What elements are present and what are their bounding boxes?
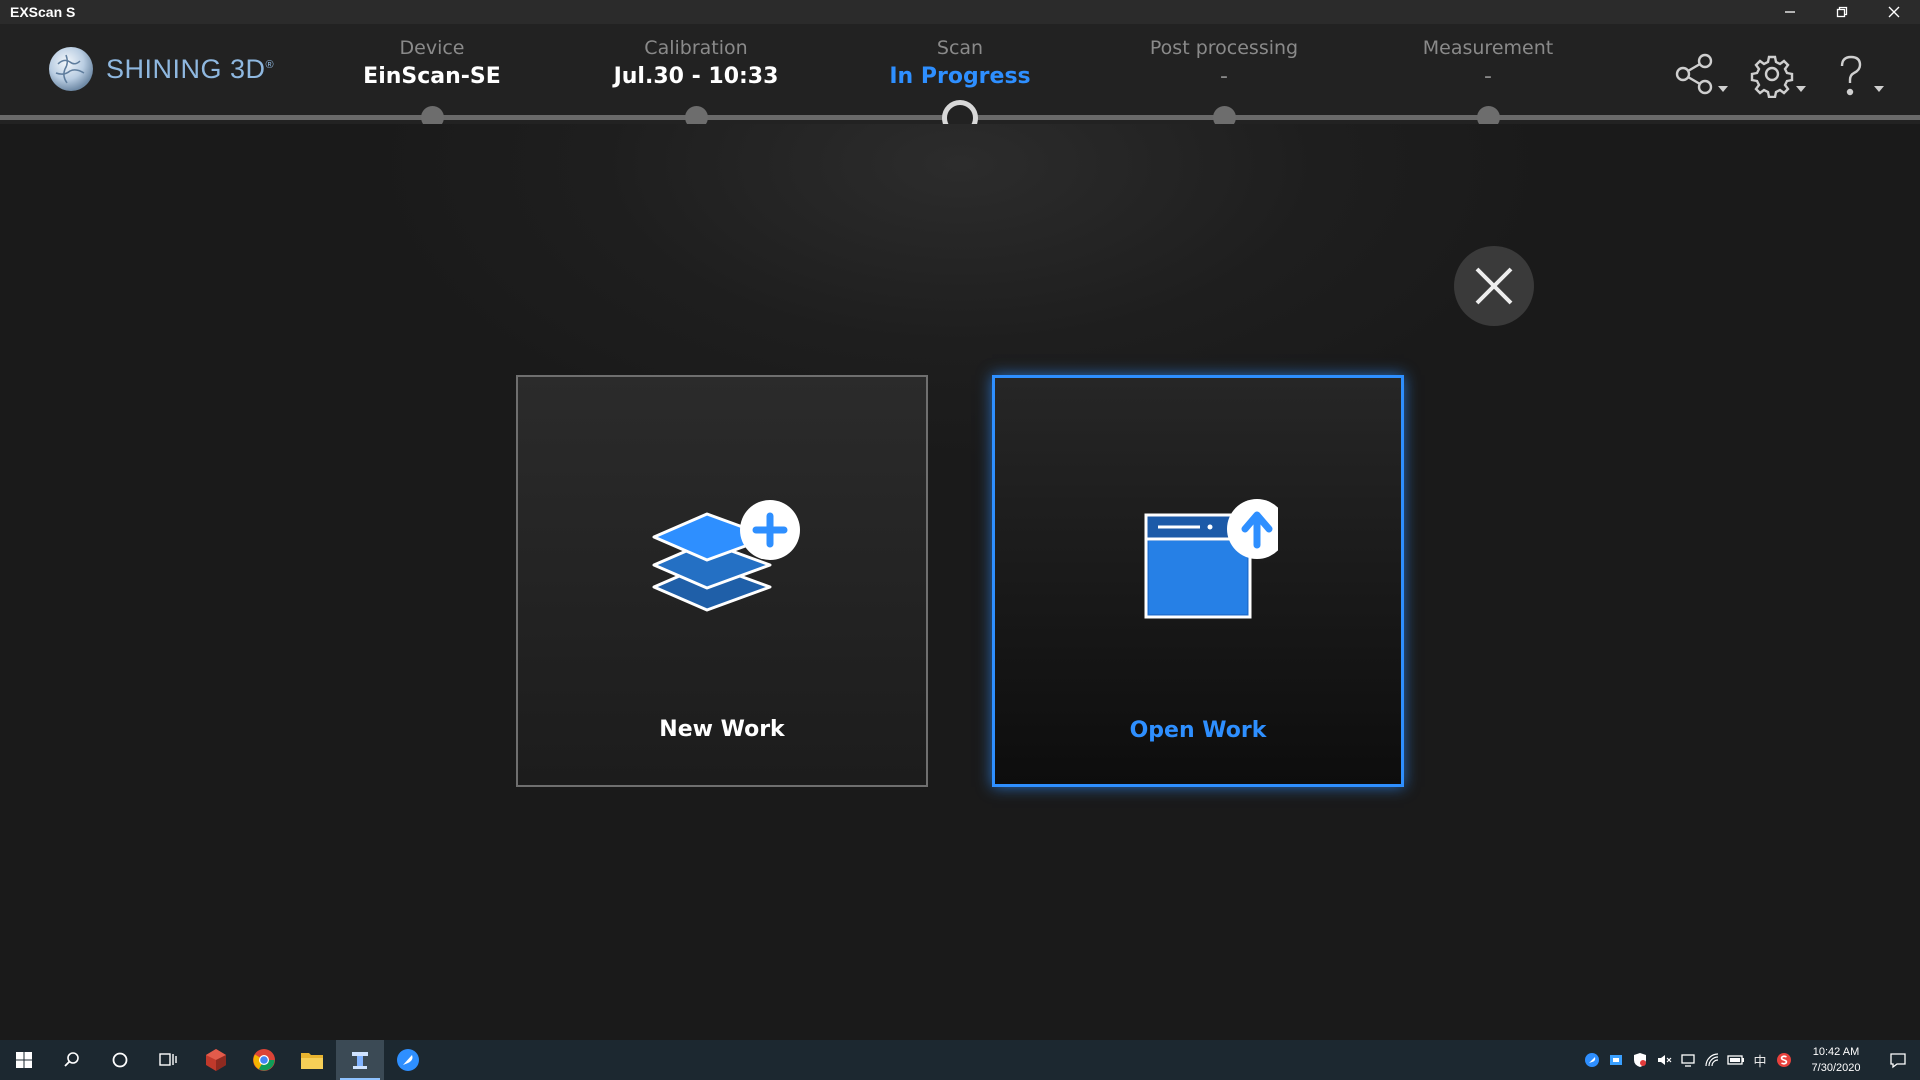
taskbar-clock[interactable]: 10:42 AM 7/30/2020: [1796, 1044, 1876, 1076]
close-window-button[interactable]: [1868, 0, 1920, 24]
close-dialog-button[interactable]: [1454, 246, 1534, 326]
step-label: Scan: [936, 37, 984, 59]
title-bar: EXScan S: [0, 0, 1920, 24]
tray-security-icon[interactable]: [1628, 1040, 1652, 1080]
window-controls: [1764, 0, 1920, 24]
step-device[interactable]: Device EinScan-SE: [302, 34, 562, 92]
step-value: -: [1220, 64, 1228, 89]
header: SHINING 3D® Device EinScan-SE Calibratio…: [0, 24, 1920, 136]
search-icon: [64, 1052, 79, 1067]
battery-icon: [1727, 1055, 1744, 1065]
step-value: Jul.30 - 10:33: [613, 64, 779, 89]
notification-icon: [1890, 1053, 1906, 1069]
tray-feather-icon[interactable]: [1580, 1040, 1604, 1080]
tray-network-app-icon[interactable]: [1604, 1040, 1628, 1080]
cortana-button[interactable]: [96, 1040, 144, 1080]
shield-icon: [1634, 1053, 1646, 1067]
step-scan[interactable]: Scan In Progress: [830, 34, 1090, 92]
tray-ime-icon[interactable]: 中: [1748, 1040, 1772, 1080]
step-value: In Progress: [889, 64, 1031, 89]
wifi-icon: [1705, 1053, 1719, 1067]
open-work-label: Open Work: [1129, 718, 1267, 743]
share-button[interactable]: [1672, 50, 1730, 98]
windows-logo-icon: [16, 1052, 32, 1068]
close-icon: [1475, 267, 1513, 305]
chrome-icon: [253, 1049, 275, 1071]
restore-button[interactable]: [1816, 0, 1868, 24]
cortana-icon: [112, 1052, 128, 1068]
window-upload-icon: [1144, 499, 1278, 619]
step-value: -: [1484, 64, 1492, 89]
action-center-button[interactable]: [1876, 1040, 1920, 1080]
settings-button[interactable]: [1750, 50, 1808, 99]
help-button[interactable]: [1828, 50, 1886, 98]
chevron-down-icon: [1796, 86, 1806, 92]
step-value: EinScan-SE: [363, 64, 501, 89]
new-work-label: New Work: [659, 717, 785, 742]
task-view-button[interactable]: [144, 1040, 192, 1080]
step-post-processing[interactable]: Post processing -: [1094, 34, 1354, 92]
open-work-card[interactable]: Open Work: [992, 375, 1404, 787]
search-button[interactable]: [48, 1040, 96, 1080]
clock-time: 10:42 AM: [1812, 1046, 1860, 1058]
share-icon: [1675, 53, 1713, 95]
tray-sogou-icon[interactable]: [1772, 1040, 1796, 1080]
step-label: Measurement: [1422, 37, 1554, 59]
main-area: New Work Open Work: [0, 124, 1920, 1040]
chevron-down-icon: [1874, 86, 1884, 92]
gear-icon: [1750, 55, 1794, 99]
minimize-icon: [1785, 11, 1795, 13]
step-label: Calibration: [644, 37, 748, 59]
start-button[interactable]: [0, 1040, 48, 1080]
tray-volume-icon[interactable]: [1652, 1040, 1676, 1080]
tray-wifi-icon[interactable]: [1700, 1040, 1724, 1080]
step-label: Device: [399, 37, 465, 59]
taskbar-app-cube[interactable]: [192, 1040, 240, 1080]
clock-date: 7/30/2020: [1811, 1062, 1861, 1074]
step-measurement[interactable]: Measurement -: [1358, 34, 1618, 92]
folder-icon: [301, 1053, 323, 1069]
step-calibration[interactable]: Calibration Jul.30 - 10:33: [566, 34, 826, 92]
layers-plus-icon: [652, 500, 800, 612]
chevron-down-icon: [1718, 86, 1728, 92]
help-icon: [1840, 55, 1862, 96]
step-label: Post processing: [1149, 37, 1299, 59]
workflow-steps: Device EinScan-SE Calibration Jul.30 - 1…: [0, 24, 1920, 136]
exscan-app-icon: [352, 1052, 368, 1069]
network-app-icon: [1610, 1055, 1622, 1065]
taskbar-app-explorer[interactable]: [288, 1040, 336, 1080]
system-tray: 中 10:42 AM 7/30/2020: [1580, 1040, 1920, 1080]
header-tools: [1672, 50, 1886, 99]
close-icon: [1888, 6, 1900, 18]
window-title: EXScan S: [10, 4, 76, 20]
new-work-card[interactable]: New Work: [516, 375, 928, 787]
feather-app-icon: [397, 1049, 419, 1071]
taskbar-app-feather[interactable]: [384, 1040, 432, 1080]
sogou-input-icon: [1777, 1053, 1791, 1067]
feather-tray-icon: [1585, 1053, 1599, 1067]
display-icon: [1681, 1054, 1695, 1067]
taskbar: 中 10:42 AM 7/30/2020: [0, 1040, 1920, 1080]
tray-battery-icon[interactable]: [1724, 1040, 1748, 1080]
restore-icon: [1836, 6, 1848, 18]
volume-muted-icon: [1658, 1055, 1672, 1065]
red-cube-app-icon: [206, 1049, 226, 1071]
tray-display-icon[interactable]: [1676, 1040, 1700, 1080]
taskbar-app-exscan[interactable]: [336, 1040, 384, 1080]
taskbar-app-chrome[interactable]: [240, 1040, 288, 1080]
minimize-button[interactable]: [1764, 0, 1816, 24]
task-view-icon: [159, 1053, 177, 1066]
